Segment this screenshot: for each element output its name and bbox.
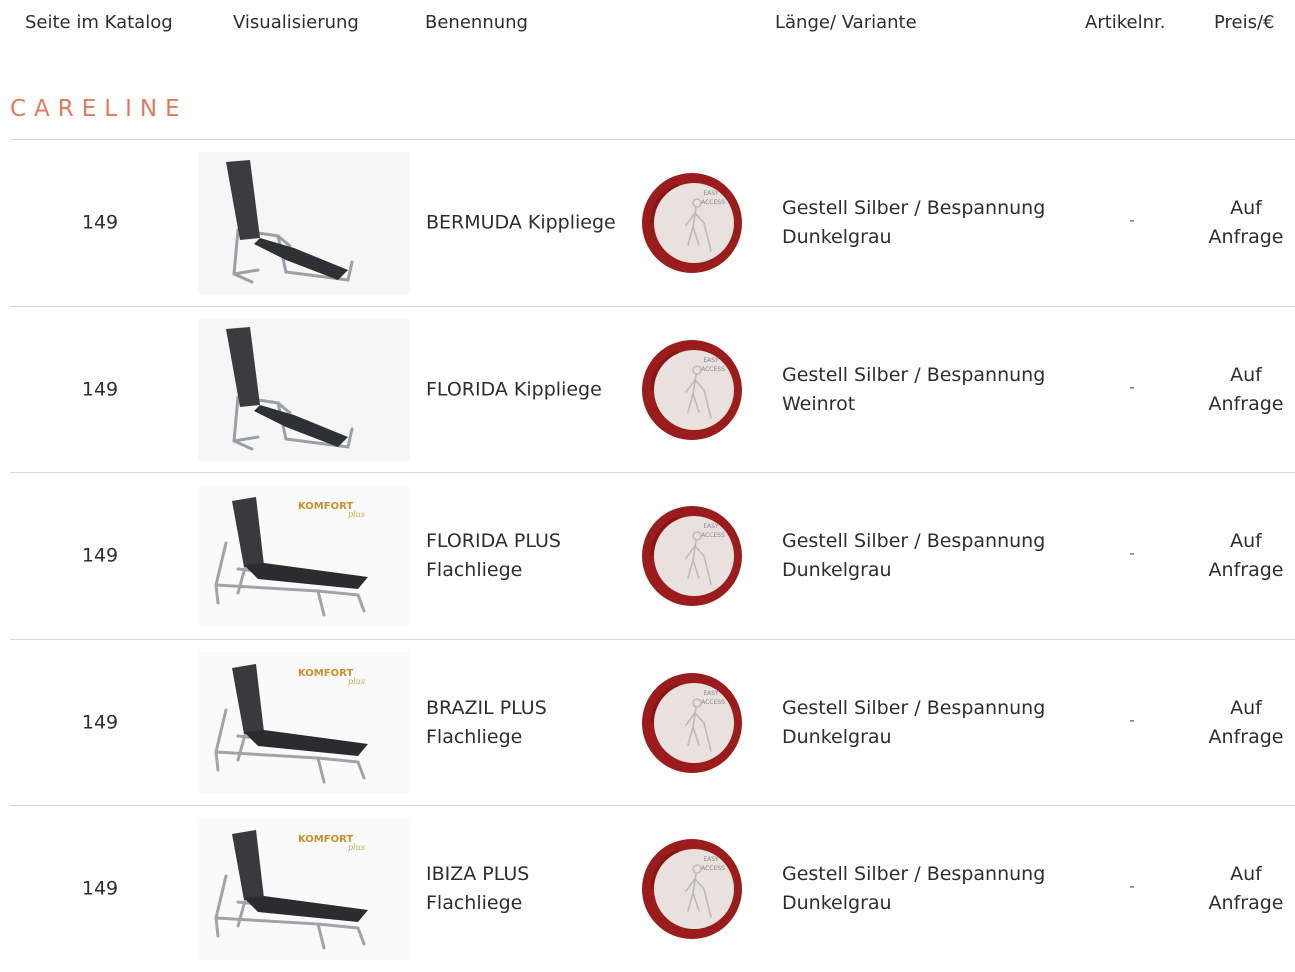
svg-text:plus: plus	[348, 677, 365, 686]
col-header-name: Benennung	[425, 12, 528, 33]
product-image: KOMFORT plus	[198, 652, 410, 794]
article-number: -	[1129, 544, 1135, 563]
product-image: KOMFORT plus	[198, 485, 410, 627]
product-price: Auf Anfrage	[1208, 364, 1284, 415]
badge-line2: ACCESS	[701, 199, 725, 206]
chaise-recliner-image	[198, 152, 410, 294]
badge-line1: EASY	[703, 690, 719, 697]
easy-access-badge: EASY ACCESS	[638, 835, 746, 943]
product-price: Auf Anfrage	[1208, 197, 1284, 248]
komfort-label: KOMFORT	[298, 668, 353, 679]
col-header-artnr: Artikelnr.	[1085, 12, 1166, 33]
svg-text:plus: plus	[348, 843, 365, 852]
badge-line2: ACCESS	[701, 865, 725, 872]
badge-line1: EASY	[703, 190, 719, 197]
easy-access-icon: EASY ACCESS	[642, 173, 742, 273]
product-price: Auf Anfrage	[1208, 697, 1284, 748]
catalog-page-number: 149	[81, 211, 119, 234]
badge-line1: EASY	[703, 856, 719, 863]
product-variant: Gestell Silber / Bespannung Dunkelgrau	[782, 197, 1046, 248]
svg-text:plus: plus	[348, 510, 365, 519]
flat-lounger-image: KOMFORT plus	[198, 485, 410, 627]
catalog-page-number: 149	[81, 378, 119, 401]
badge-line1: EASY	[703, 523, 719, 530]
product-image	[198, 319, 410, 461]
product-variant: Gestell Silber / Bespannung Weinrot	[782, 364, 1046, 415]
flat-lounger-image: KOMFORT plus	[198, 818, 410, 960]
easy-access-badge: EASY ACCESS	[638, 169, 746, 277]
product-price: Auf Anfrage	[1208, 530, 1284, 581]
article-number: -	[1129, 711, 1135, 730]
komfort-label: KOMFORT	[298, 834, 353, 845]
section-title: CARELINE	[10, 96, 188, 122]
col-header-variant: Länge/ Variante	[775, 12, 917, 33]
product-image: KOMFORT plus	[198, 818, 410, 960]
badge-line2: ACCESS	[701, 532, 725, 539]
komfort-label: KOMFORT	[298, 501, 353, 512]
col-header-visual: Visualisierung	[233, 12, 359, 33]
easy-access-badge: EASY ACCESS	[638, 669, 746, 777]
product-row: 149 FLORIDA Kippliege EASY ACCESS Gestel…	[0, 307, 1295, 473]
catalog-page-number: 149	[81, 711, 119, 734]
article-number: -	[1129, 211, 1135, 230]
chaise-recliner-image	[198, 319, 410, 461]
flat-lounger-image: KOMFORT plus	[198, 652, 410, 794]
product-row: 149 BERMUDA Kippliege EASY ACCESS Gestel…	[0, 140, 1295, 306]
easy-access-icon: EASY ACCESS	[642, 506, 742, 606]
product-price: Auf Anfrage	[1208, 863, 1284, 914]
easy-access-badge: EASY ACCESS	[638, 502, 746, 610]
article-number: -	[1129, 378, 1135, 397]
col-header-page: Seite im Katalog	[25, 12, 173, 33]
product-name: BERMUDA Kippliege	[426, 211, 616, 234]
badge-line2: ACCESS	[701, 699, 725, 706]
product-row: 149 KOMFORT plus FLORIDA PLUS Flachliege…	[0, 473, 1295, 639]
product-variant: Gestell Silber / Bespannung Dunkelgrau	[782, 697, 1046, 748]
catalog-page-number: 149	[81, 544, 119, 567]
product-variant: Gestell Silber / Bespannung Dunkelgrau	[782, 863, 1046, 914]
easy-access-icon: EASY ACCESS	[642, 340, 742, 440]
product-image	[198, 152, 410, 294]
badge-line1: EASY	[703, 357, 719, 364]
catalog-page-number: 149	[81, 877, 119, 900]
easy-access-icon: EASY ACCESS	[642, 839, 742, 939]
product-name: BRAZIL PLUS Flachliege	[426, 697, 547, 748]
product-name: FLORIDA PLUS Flachliege	[426, 530, 561, 581]
badge-line2: ACCESS	[701, 366, 725, 373]
easy-access-icon: EASY ACCESS	[642, 673, 742, 773]
article-number: -	[1129, 877, 1135, 896]
product-name: IBIZA PLUS Flachliege	[426, 863, 530, 914]
product-row: 149 KOMFORT plus IBIZA PLUS Flachliege E…	[0, 806, 1295, 972]
product-row: 149 KOMFORT plus BRAZIL PLUS Flachliege …	[0, 640, 1295, 806]
col-header-price: Preis/€	[1214, 12, 1275, 33]
product-variant: Gestell Silber / Bespannung Dunkelgrau	[782, 530, 1046, 581]
product-name: FLORIDA Kippliege	[426, 378, 602, 401]
easy-access-badge: EASY ACCESS	[638, 336, 746, 444]
